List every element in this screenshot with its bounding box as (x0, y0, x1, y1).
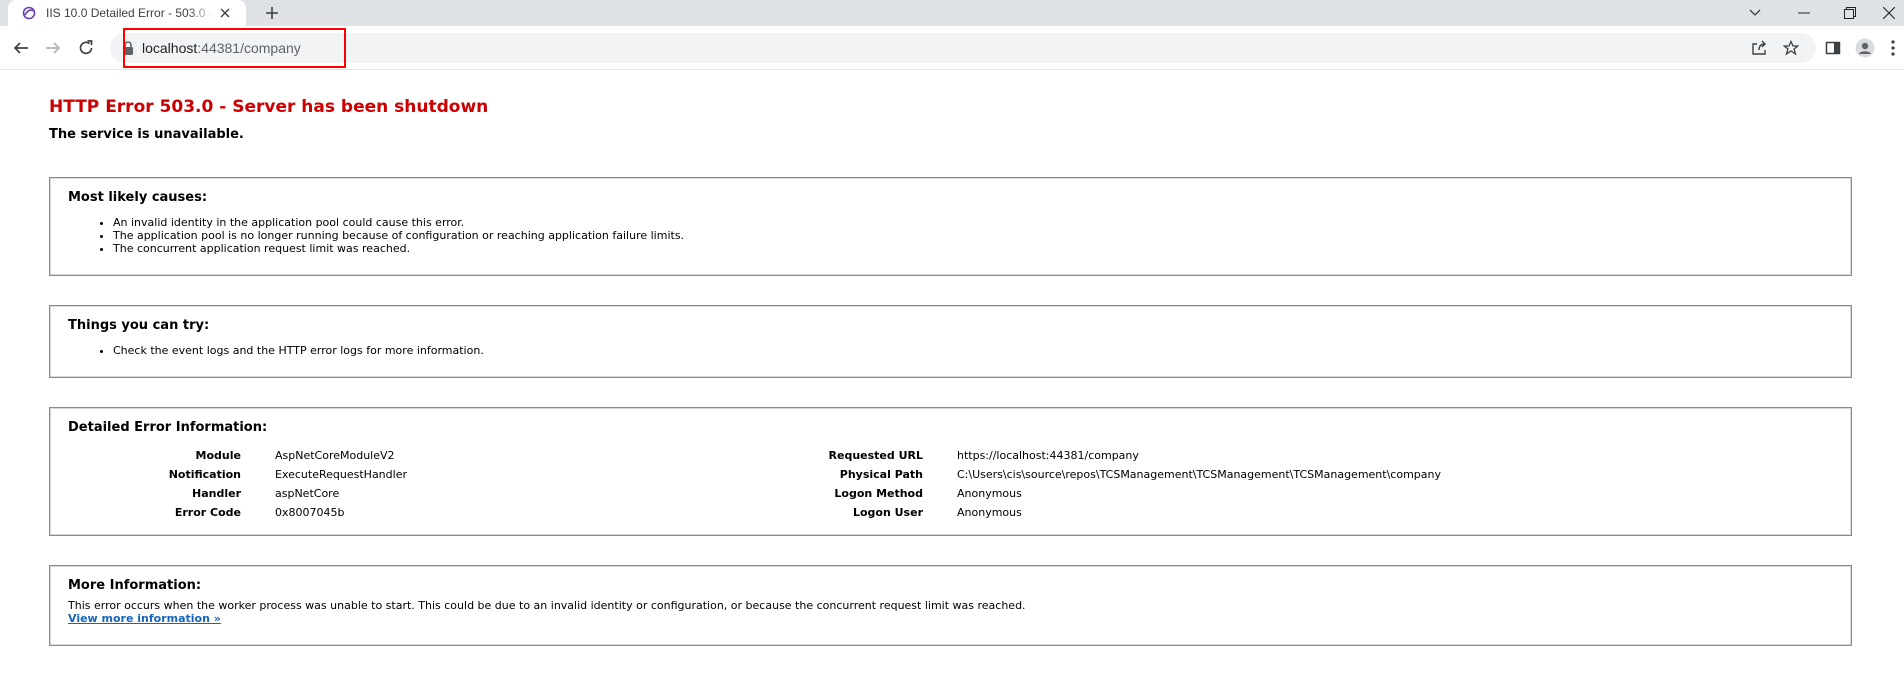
table-row: Logon Method Anonymous (50, 484, 1441, 503)
detail-label: Logon User (852, 506, 923, 519)
page-subtitle: The service is unavailable. (49, 127, 244, 142)
causes-heading: Most likely causes: (68, 190, 208, 205)
browser-tab[interactable]: IIS 10.0 Detailed Error - 503.0 - Server… (8, 0, 246, 26)
detail-label: Requested URL (828, 449, 923, 462)
tab-title: IIS 10.0 Detailed Error - 503.0 - Server… (46, 6, 214, 20)
bookmark-star-icon[interactable] (1782, 39, 1800, 57)
details-right-table: Requested URL https://localhost:44381/com… (50, 446, 1441, 522)
tab-search-chevron-down-icon[interactable] (1732, 0, 1778, 26)
causes-section: Most likely causes: An invalid identity … (49, 177, 1852, 276)
detail-label: Logon Method (834, 487, 923, 500)
new-tab-icon[interactable] (261, 2, 283, 24)
close-window-icon[interactable] (1866, 0, 1904, 26)
tab-strip: IIS 10.0 Detailed Error - 503.0 - Server… (0, 0, 1904, 26)
share-icon[interactable] (1750, 39, 1768, 57)
list-item: The concurrent application request limit… (113, 242, 684, 255)
side-panel-icon[interactable] (1823, 38, 1843, 58)
close-tab-icon[interactable] (218, 6, 232, 20)
table-row: Logon User Anonymous (50, 503, 1441, 522)
reload-icon[interactable] (76, 38, 96, 58)
table-row: Requested URL https://localhost:44381/com… (50, 446, 1441, 465)
list-item: The application pool is no longer runnin… (113, 229, 684, 242)
more-heading: More Information: (68, 578, 202, 593)
address-bar[interactable]: localhost:44381/company (110, 33, 1816, 63)
menu-dots-icon[interactable] (1886, 38, 1900, 58)
profile-avatar-icon[interactable] (1855, 38, 1875, 58)
detail-value: C:\Users\cis\source\repos\TCSManagement\… (957, 468, 1441, 481)
more-information-section: More Information: This error occurs when… (49, 565, 1852, 646)
list-item: An invalid identity in the application p… (113, 216, 684, 229)
minimize-icon[interactable] (1781, 0, 1827, 26)
page-title: HTTP Error 503.0 - Server has been shutd… (49, 97, 489, 117)
detail-value: https://localhost:44381/company (957, 449, 1139, 462)
causes-list: An invalid identity in the application p… (113, 216, 684, 255)
detail-value: Anonymous (957, 487, 1022, 500)
view-more-information-link[interactable]: View more information » (68, 612, 1026, 625)
more-info-text: This error occurs when the worker proces… (68, 599, 1026, 612)
try-heading: Things you can try: (68, 318, 210, 333)
detail-value: Anonymous (957, 506, 1022, 519)
more-info-body: This error occurs when the worker proces… (68, 599, 1026, 625)
try-list: Check the event logs and the HTTP error … (113, 344, 484, 357)
detail-label: Physical Path (839, 468, 923, 481)
detailed-heading: Detailed Error Information: (68, 420, 268, 435)
back-arrow-icon[interactable] (11, 38, 31, 58)
table-row: Physical Path C:\Users\cis\source\repos\T… (50, 465, 1441, 484)
list-item: Check the event logs and the HTTP error … (113, 344, 484, 357)
forward-arrow-icon[interactable] (43, 38, 63, 58)
detailed-error-section: Detailed Error Information: Module AspNet… (49, 407, 1852, 536)
url-highlight-annotation (123, 28, 346, 68)
iis-favicon-icon (22, 6, 36, 20)
try-section: Things you can try: Check the event logs… (49, 305, 1852, 378)
